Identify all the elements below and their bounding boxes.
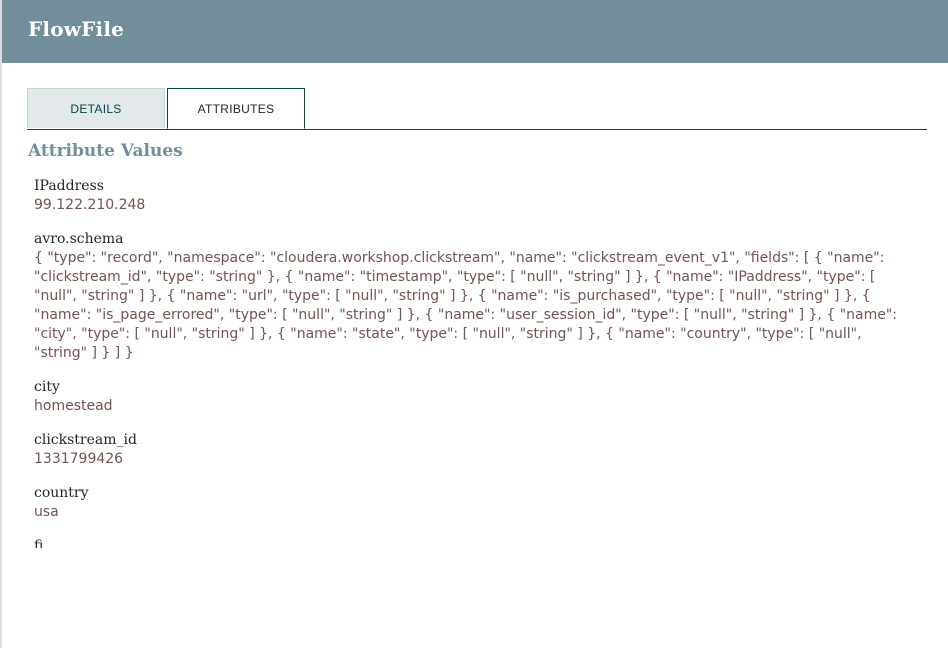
attribute-item: IPaddress 99.122.210.248 bbox=[34, 176, 914, 215]
tab-details[interactable]: DETAILS bbox=[27, 88, 165, 128]
attribute-value: homestead bbox=[34, 398, 113, 414]
attribute-name: avro.schema bbox=[34, 231, 124, 247]
attribute-item: avro.schema { "type": "record", "namespa… bbox=[34, 229, 914, 363]
attribute-name: fi bbox=[34, 538, 44, 548]
attribute-name: clickstream_id bbox=[34, 432, 137, 448]
tab-attributes[interactable]: ATTRIBUTES bbox=[167, 88, 305, 129]
attribute-name: IPaddress bbox=[34, 178, 104, 194]
attribute-value: 99.122.210.248 bbox=[34, 197, 146, 213]
attribute-list[interactable]: IPaddress 99.122.210.248 avro.schema { "… bbox=[34, 176, 914, 548]
attribute-name: city bbox=[34, 379, 60, 395]
attribute-value: { "type": "record", "namespace": "cloude… bbox=[34, 250, 897, 361]
attribute-item: country usa bbox=[34, 483, 914, 522]
window-edge bbox=[0, 0, 2, 648]
attribute-item: clickstream_id 1331799426 bbox=[34, 430, 914, 469]
dialog-title: FlowFile bbox=[28, 17, 125, 41]
attribute-name: country bbox=[34, 485, 89, 501]
attribute-value: 1331799426 bbox=[34, 451, 124, 467]
dialog-header: FlowFile bbox=[2, 0, 948, 63]
section-title: Attribute Values bbox=[28, 141, 183, 161]
attribute-value: usa bbox=[34, 504, 59, 520]
attribute-item: fi bbox=[34, 536, 914, 548]
attribute-item: city homestead bbox=[34, 377, 914, 416]
tab-bar: DETAILS ATTRIBUTES bbox=[27, 88, 927, 130]
